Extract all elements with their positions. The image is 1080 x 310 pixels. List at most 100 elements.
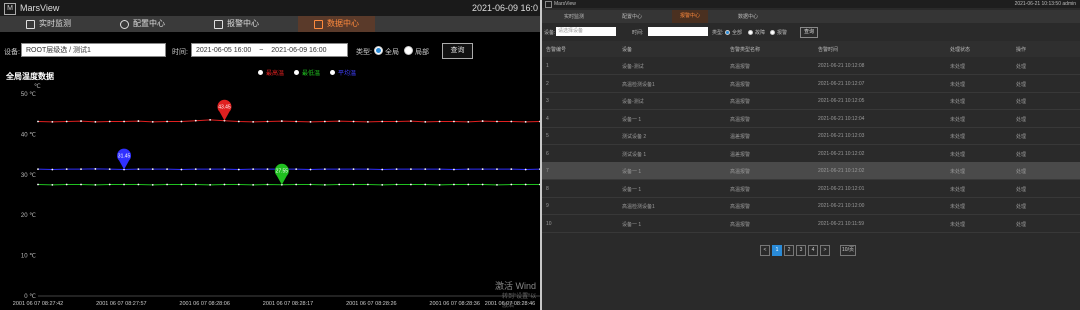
data-point — [166, 183, 168, 186]
alarm-center-window: MarsView 2021-06-21 10:13:50 admin 实时监测 … — [542, 0, 1080, 310]
tab-realtime[interactable]: 实时监测 — [564, 13, 584, 20]
tab-alarm[interactable]: 报警中心 — [672, 10, 709, 23]
device-select[interactable]: 请选择设备 — [556, 27, 616, 36]
query-button[interactable]: 查询 — [800, 27, 818, 38]
row-action-link[interactable]: 处理 — [1016, 63, 1026, 70]
y-tick-label: 0 ℃ — [24, 294, 36, 300]
table-cell: 未处理 — [950, 64, 966, 70]
radio-fault[interactable] — [748, 30, 753, 35]
page-size-select[interactable]: 10/页 — [840, 245, 856, 256]
data-point — [352, 120, 355, 123]
data-point — [51, 184, 54, 186]
page-prev-button[interactable]: < — [760, 245, 770, 256]
table-cell: 高温报警 — [730, 169, 751, 175]
table-row[interactable]: 1 设备-测试 高温报警 2021-06-21 10:12:08 未处理 处理 — [542, 57, 1080, 75]
time-picker[interactable] — [648, 27, 708, 36]
row-action-link[interactable]: 处理 — [1016, 186, 1026, 193]
table-cell: 2021-06-21 10:11:59 — [818, 220, 865, 227]
data-point — [496, 184, 498, 186]
data-center-window: M MarsView 2021-06-09 16:0 实时监测 配置中心 报警中… — [0, 0, 540, 310]
data-point — [467, 168, 470, 171]
data-point — [323, 120, 326, 123]
table-cell: 2 — [546, 80, 549, 87]
table-row[interactable]: 7 设备一 1 高温报警 2021-06-21 10:12:02 未处理 处理 — [542, 162, 1080, 180]
table-row[interactable]: 3 设备-测试 高温报警 2021-06-21 10:12:05 未处理 处理 — [542, 92, 1080, 110]
data-point — [252, 120, 255, 123]
x-tick-label: 2001 06 07 08:27:57 — [96, 301, 146, 307]
data-point — [381, 120, 384, 123]
data-point — [453, 183, 455, 186]
series-line — [37, 168, 540, 171]
table-cell: 未处理 — [950, 81, 966, 88]
column-header: 告警时间 — [818, 47, 839, 53]
radio-all-label: 全部 — [732, 30, 743, 36]
table-cell: 未处理 — [950, 204, 966, 210]
data-point — [381, 184, 384, 186]
data-point — [424, 168, 427, 171]
table-cell: 高温检测设备1 — [622, 81, 655, 88]
page-button[interactable]: 1 — [772, 245, 782, 256]
main-nav: 实时监测 配置中心 报警中心 数据中心 — [542, 10, 1080, 23]
data-point — [209, 168, 212, 171]
table-cell: 温差报警 — [730, 151, 751, 158]
data-point — [438, 184, 441, 186]
table-cell: 1 — [546, 63, 549, 69]
table-cell: 2021-06-21 10:12:01 — [818, 185, 865, 192]
column-header: 处理状态 — [950, 47, 971, 53]
page-next-button[interactable]: > — [820, 245, 830, 256]
page-button[interactable]: 4 — [808, 245, 818, 256]
data-point — [309, 183, 312, 186]
data-point — [151, 168, 154, 171]
radio-alarm[interactable] — [770, 30, 775, 35]
table-cell: 未处理 — [950, 169, 966, 175]
radio-all[interactable] — [725, 30, 730, 35]
row-action-link[interactable]: 处理 — [1016, 81, 1026, 88]
column-header: 告警编号 — [546, 47, 567, 53]
data-point — [481, 120, 484, 122]
data-point — [266, 183, 269, 186]
row-action-link[interactable]: 处理 — [1016, 116, 1026, 123]
row-action-link[interactable]: 处理 — [1016, 168, 1026, 175]
table-row[interactable]: 10 设备一 1 高温报警 2021-06-21 10:11:59 未处理 处理 — [542, 215, 1080, 233]
data-point — [51, 120, 54, 123]
data-point — [510, 120, 513, 123]
table-row[interactable]: 5 测试设备 2 温差报警 2021-06-21 10:12:03 未处理 处理 — [542, 127, 1080, 145]
data-point — [180, 120, 183, 123]
data-point — [366, 168, 369, 171]
data-point — [481, 183, 484, 186]
table-row[interactable]: 8 设备一 1 高温报警 2021-06-21 10:12:01 未处理 处理 — [542, 180, 1080, 198]
table-cell: 未处理 — [950, 99, 966, 105]
table-row[interactable]: 6 测试设备 1 温差报警 2021-06-21 10:12:02 未处理 处理 — [542, 145, 1080, 163]
table-row[interactable]: 2 高温检测设备1 高温报警 2021-06-21 10:12:07 未处理 处理 — [542, 75, 1080, 93]
data-point — [94, 168, 97, 170]
row-action-link[interactable]: 处理 — [1016, 98, 1026, 105]
data-point — [123, 183, 125, 186]
data-point — [266, 120, 269, 123]
tab-config[interactable]: 配置中心 — [622, 13, 642, 20]
table-cell: 2021-06-21 10:12:00 — [818, 203, 865, 209]
data-point — [80, 120, 82, 122]
data-point — [94, 184, 97, 186]
table-cell: 高温检测设备1 — [622, 204, 655, 210]
row-action-link[interactable]: 处理 — [1016, 133, 1026, 140]
data-point — [108, 183, 111, 186]
data-point — [352, 183, 355, 186]
tab-data[interactable]: 数据中心 — [738, 13, 758, 20]
data-point — [453, 120, 455, 123]
data-point — [37, 120, 39, 123]
data-point — [338, 120, 341, 122]
data-point — [194, 119, 197, 122]
page-button[interactable]: 3 — [796, 245, 806, 256]
table-cell: 高温报警 — [730, 116, 751, 123]
table-row[interactable]: 9 高温检测设备1 高温报警 2021-06-21 10:12:00 未处理 处理 — [542, 197, 1080, 215]
data-point — [237, 120, 240, 123]
row-action-link[interactable]: 处理 — [1016, 221, 1026, 228]
data-point — [108, 120, 111, 123]
page-button[interactable]: 2 — [784, 245, 794, 256]
table-row[interactable]: 4 设备一 1 高温报警 2021-06-21 10:12:04 未处理 处理 — [542, 110, 1080, 128]
table-cell: 未处理 — [950, 116, 966, 123]
radio-alarm-label: 报警 — [777, 30, 788, 36]
row-action-link[interactable]: 处理 — [1016, 151, 1026, 158]
table-cell: 5 — [546, 133, 549, 139]
row-action-link[interactable]: 处理 — [1016, 203, 1026, 210]
